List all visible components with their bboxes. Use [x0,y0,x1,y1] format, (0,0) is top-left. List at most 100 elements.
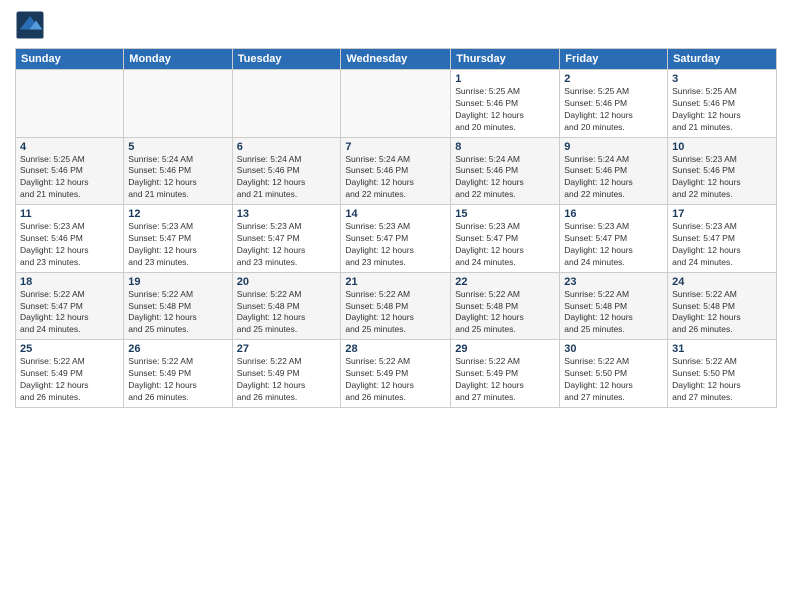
day-number: 17 [672,208,772,220]
day-number: 30 [564,343,663,355]
day-info: Sunrise: 5:23 AM Sunset: 5:47 PM Dayligh… [672,221,772,269]
day-cell: 15Sunrise: 5:23 AM Sunset: 5:47 PM Dayli… [451,205,560,273]
day-number: 11 [20,208,119,220]
day-cell: 17Sunrise: 5:23 AM Sunset: 5:47 PM Dayli… [668,205,777,273]
day-cell: 27Sunrise: 5:22 AM Sunset: 5:49 PM Dayli… [232,340,341,408]
day-info: Sunrise: 5:25 AM Sunset: 5:46 PM Dayligh… [455,86,555,134]
day-cell [16,70,124,138]
day-cell: 28Sunrise: 5:22 AM Sunset: 5:49 PM Dayli… [341,340,451,408]
day-info: Sunrise: 5:22 AM Sunset: 5:49 PM Dayligh… [455,356,555,404]
day-cell: 7Sunrise: 5:24 AM Sunset: 5:46 PM Daylig… [341,137,451,205]
day-cell: 1Sunrise: 5:25 AM Sunset: 5:46 PM Daylig… [451,70,560,138]
day-info: Sunrise: 5:24 AM Sunset: 5:46 PM Dayligh… [564,154,663,202]
day-info: Sunrise: 5:24 AM Sunset: 5:46 PM Dayligh… [345,154,446,202]
day-info: Sunrise: 5:23 AM Sunset: 5:47 PM Dayligh… [345,221,446,269]
day-cell: 14Sunrise: 5:23 AM Sunset: 5:47 PM Dayli… [341,205,451,273]
day-number: 14 [345,208,446,220]
col-header-tuesday: Tuesday [232,49,341,70]
day-info: Sunrise: 5:22 AM Sunset: 5:48 PM Dayligh… [672,289,772,337]
day-cell [232,70,341,138]
day-number: 20 [237,276,337,288]
week-row-2: 4Sunrise: 5:25 AM Sunset: 5:46 PM Daylig… [16,137,777,205]
col-header-wednesday: Wednesday [341,49,451,70]
day-info: Sunrise: 5:22 AM Sunset: 5:48 PM Dayligh… [237,289,337,337]
day-number: 1 [455,73,555,85]
day-number: 24 [672,276,772,288]
day-cell: 9Sunrise: 5:24 AM Sunset: 5:46 PM Daylig… [560,137,668,205]
day-info: Sunrise: 5:23 AM Sunset: 5:47 PM Dayligh… [564,221,663,269]
week-row-4: 18Sunrise: 5:22 AM Sunset: 5:47 PM Dayli… [16,272,777,340]
day-number: 29 [455,343,555,355]
day-cell: 2Sunrise: 5:25 AM Sunset: 5:46 PM Daylig… [560,70,668,138]
day-info: Sunrise: 5:22 AM Sunset: 5:49 PM Dayligh… [237,356,337,404]
day-cell [124,70,232,138]
day-number: 27 [237,343,337,355]
day-info: Sunrise: 5:25 AM Sunset: 5:46 PM Dayligh… [672,86,772,134]
week-row-5: 25Sunrise: 5:22 AM Sunset: 5:49 PM Dayli… [16,340,777,408]
day-number: 18 [20,276,119,288]
day-cell: 16Sunrise: 5:23 AM Sunset: 5:47 PM Dayli… [560,205,668,273]
day-cell: 4Sunrise: 5:25 AM Sunset: 5:46 PM Daylig… [16,137,124,205]
day-number: 9 [564,141,663,153]
header-row: SundayMondayTuesdayWednesdayThursdayFrid… [16,49,777,70]
day-cell: 24Sunrise: 5:22 AM Sunset: 5:48 PM Dayli… [668,272,777,340]
day-cell: 30Sunrise: 5:22 AM Sunset: 5:50 PM Dayli… [560,340,668,408]
day-number: 6 [237,141,337,153]
day-number: 7 [345,141,446,153]
day-number: 13 [237,208,337,220]
day-info: Sunrise: 5:23 AM Sunset: 5:47 PM Dayligh… [455,221,555,269]
day-cell: 19Sunrise: 5:22 AM Sunset: 5:48 PM Dayli… [124,272,232,340]
day-info: Sunrise: 5:22 AM Sunset: 5:49 PM Dayligh… [20,356,119,404]
day-info: Sunrise: 5:25 AM Sunset: 5:46 PM Dayligh… [564,86,663,134]
day-info: Sunrise: 5:24 AM Sunset: 5:46 PM Dayligh… [455,154,555,202]
day-cell: 8Sunrise: 5:24 AM Sunset: 5:46 PM Daylig… [451,137,560,205]
day-number: 25 [20,343,119,355]
day-number: 21 [345,276,446,288]
day-info: Sunrise: 5:22 AM Sunset: 5:48 PM Dayligh… [455,289,555,337]
day-cell: 10Sunrise: 5:23 AM Sunset: 5:46 PM Dayli… [668,137,777,205]
day-info: Sunrise: 5:23 AM Sunset: 5:46 PM Dayligh… [20,221,119,269]
day-number: 4 [20,141,119,153]
day-number: 26 [128,343,227,355]
day-info: Sunrise: 5:24 AM Sunset: 5:46 PM Dayligh… [237,154,337,202]
day-cell: 26Sunrise: 5:22 AM Sunset: 5:49 PM Dayli… [124,340,232,408]
logo [15,10,49,40]
day-info: Sunrise: 5:22 AM Sunset: 5:48 PM Dayligh… [128,289,227,337]
day-number: 3 [672,73,772,85]
day-number: 16 [564,208,663,220]
day-number: 2 [564,73,663,85]
calendar: SundayMondayTuesdayWednesdayThursdayFrid… [15,48,777,408]
col-header-saturday: Saturday [668,49,777,70]
day-cell [341,70,451,138]
col-header-sunday: Sunday [16,49,124,70]
day-cell: 20Sunrise: 5:22 AM Sunset: 5:48 PM Dayli… [232,272,341,340]
day-number: 8 [455,141,555,153]
day-cell: 25Sunrise: 5:22 AM Sunset: 5:49 PM Dayli… [16,340,124,408]
day-number: 31 [672,343,772,355]
day-cell: 31Sunrise: 5:22 AM Sunset: 5:50 PM Dayli… [668,340,777,408]
day-info: Sunrise: 5:25 AM Sunset: 5:46 PM Dayligh… [20,154,119,202]
day-number: 28 [345,343,446,355]
header [15,10,777,40]
col-header-monday: Monday [124,49,232,70]
day-number: 19 [128,276,227,288]
day-cell: 13Sunrise: 5:23 AM Sunset: 5:47 PM Dayli… [232,205,341,273]
day-number: 23 [564,276,663,288]
week-row-3: 11Sunrise: 5:23 AM Sunset: 5:46 PM Dayli… [16,205,777,273]
day-cell: 18Sunrise: 5:22 AM Sunset: 5:47 PM Dayli… [16,272,124,340]
page: SundayMondayTuesdayWednesdayThursdayFrid… [0,0,792,612]
day-info: Sunrise: 5:22 AM Sunset: 5:48 PM Dayligh… [345,289,446,337]
day-info: Sunrise: 5:24 AM Sunset: 5:46 PM Dayligh… [128,154,227,202]
day-info: Sunrise: 5:22 AM Sunset: 5:49 PM Dayligh… [345,356,446,404]
day-cell: 23Sunrise: 5:22 AM Sunset: 5:48 PM Dayli… [560,272,668,340]
day-cell: 5Sunrise: 5:24 AM Sunset: 5:46 PM Daylig… [124,137,232,205]
day-number: 12 [128,208,227,220]
week-row-1: 1Sunrise: 5:25 AM Sunset: 5:46 PM Daylig… [16,70,777,138]
day-cell: 12Sunrise: 5:23 AM Sunset: 5:47 PM Dayli… [124,205,232,273]
day-cell: 11Sunrise: 5:23 AM Sunset: 5:46 PM Dayli… [16,205,124,273]
day-info: Sunrise: 5:23 AM Sunset: 5:47 PM Dayligh… [128,221,227,269]
day-cell: 6Sunrise: 5:24 AM Sunset: 5:46 PM Daylig… [232,137,341,205]
day-info: Sunrise: 5:22 AM Sunset: 5:47 PM Dayligh… [20,289,119,337]
day-info: Sunrise: 5:22 AM Sunset: 5:50 PM Dayligh… [564,356,663,404]
day-info: Sunrise: 5:22 AM Sunset: 5:49 PM Dayligh… [128,356,227,404]
